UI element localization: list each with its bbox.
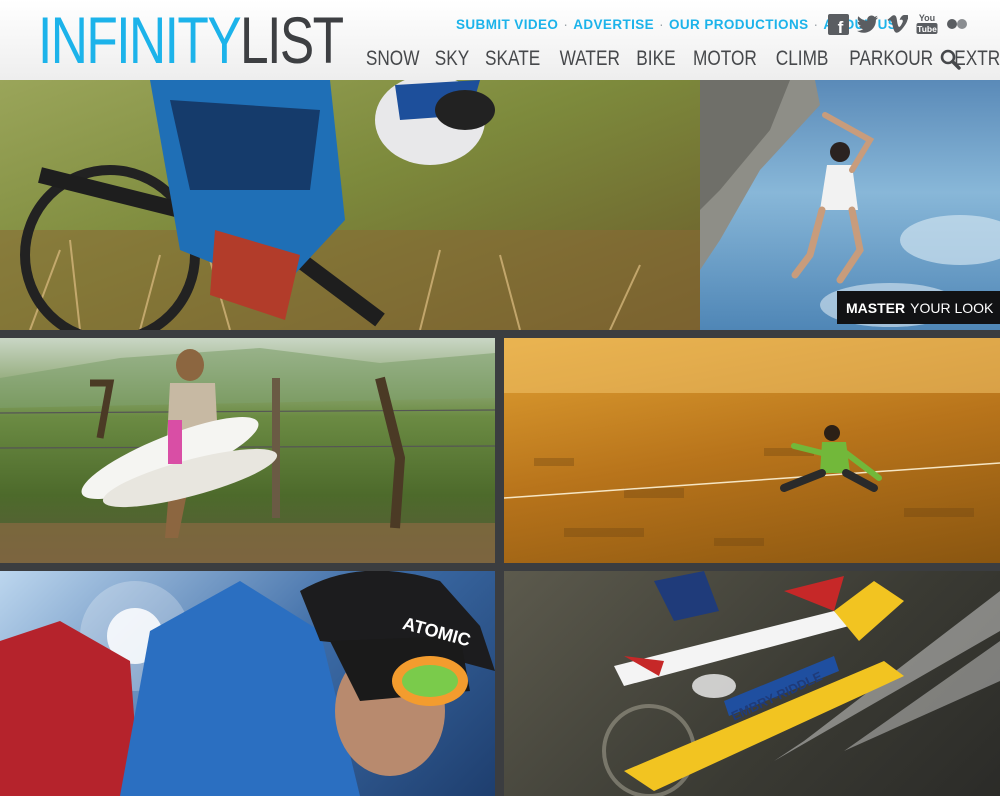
nav-snow[interactable]: SNOW — [366, 47, 420, 71]
ad-banner-bold: MASTER — [846, 299, 906, 316]
logo-infinity: INFINITY — [38, 3, 242, 77]
skier-photo: ATOMIC — [0, 571, 495, 796]
nav-skate[interactable]: SKATE — [485, 47, 540, 71]
submit-video-link[interactable]: SUBMIT VIDEO — [456, 17, 558, 32]
flickr-icon[interactable] — [946, 18, 968, 30]
vimeo-icon[interactable] — [887, 14, 908, 34]
category-nav: SNOW SKY SKATE WATER BIKE MOTOR CLIMB PA… — [366, 44, 1000, 74]
nav-sky[interactable]: SKY — [435, 47, 469, 71]
facebook-icon[interactable]: f — [828, 13, 849, 35]
site-logo[interactable]: INFINITYLIST — [38, 3, 344, 77]
ad-banner-regular: YOUR LOOK — [910, 299, 994, 316]
link-separator: · — [813, 16, 819, 32]
search-icon[interactable] — [940, 49, 961, 70]
our-productions-link[interactable]: OUR PRODUCTIONS — [669, 17, 809, 32]
twitter-icon[interactable] — [857, 15, 879, 34]
advertise-link[interactable]: ADVERTISE — [573, 17, 654, 32]
mountain-bike-photo — [0, 80, 700, 330]
nav-bike[interactable]: BIKE — [636, 47, 675, 71]
social-icons: f You Tube — [828, 13, 968, 35]
nav-climb[interactable]: CLIMB — [776, 47, 829, 71]
nav-motor[interactable]: MOTOR — [693, 47, 757, 71]
video-tile-highline[interactable] — [504, 338, 1000, 563]
video-tile-aerobatics[interactable]: EMBRY-RIDDLE — [504, 571, 1000, 796]
facebook-letter: f — [838, 18, 844, 35]
youtube-icon[interactable]: You Tube — [916, 13, 938, 35]
logo-list: LIST — [240, 3, 344, 77]
video-tile-ski[interactable]: ATOMIC — [0, 571, 495, 796]
highline-photo — [504, 338, 1000, 546]
nav-water[interactable]: WATER — [559, 47, 619, 71]
nav-extra[interactable]: EXTRA — [955, 47, 1000, 71]
site-header: INFINITYLIST SUBMIT VIDEO · ADVERTISE · … — [0, 0, 1000, 80]
link-separator: · — [659, 16, 664, 32]
video-tile-surf[interactable] — [0, 338, 495, 563]
surfer-photo — [0, 348, 495, 563]
aerobatic-planes-photo: EMBRY-RIDDLE — [602, 571, 1000, 796]
youtube-label-top: You — [919, 13, 935, 23]
link-separator: · — [563, 16, 569, 32]
video-tile-mountain-bike[interactable] — [0, 80, 700, 330]
ad-banner[interactable]: MASTER YOUR LOOK — [837, 291, 1000, 324]
nav-parkour[interactable]: PARKOUR — [849, 47, 933, 71]
youtube-label-bottom: Tube — [917, 24, 937, 34]
